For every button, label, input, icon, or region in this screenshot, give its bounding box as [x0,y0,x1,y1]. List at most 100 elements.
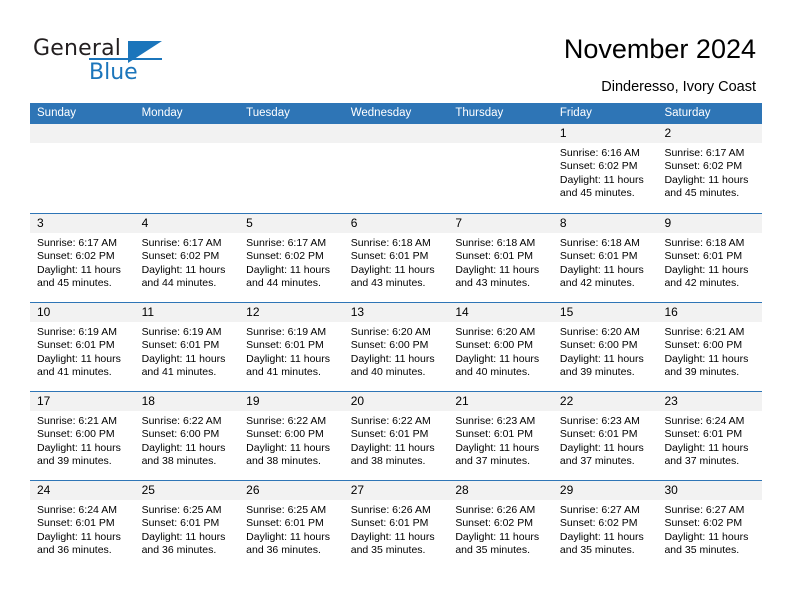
page-subtitle: Dinderesso, Ivory Coast [601,79,756,95]
daylight-text-line2: and 35 minutes. [350,544,426,557]
sunset-text: Sunset: 6:01 PM [350,428,429,441]
calendar-day-cell-11[interactable]: 11 Sunrise: 6:19 AM Sunset: 6:01 PM Dayl… [134,303,240,391]
calendar-day-cell-29[interactable]: 29 Sunrise: 6:27 AM Sunset: 6:02 PM Dayl… [552,481,658,569]
day-details: Sunrise: 6:21 AM Sunset: 6:00 PM Dayligh… [657,322,762,380]
day-number: 27 [350,483,365,497]
sunrise-text: Sunrise: 6:22 AM [246,415,327,427]
sunrise-text: Sunrise: 6:22 AM [141,415,222,427]
day-number-band [343,124,449,143]
day-number: 13 [350,305,365,319]
calendar-day-cell-10[interactable]: 10 Sunrise: 6:19 AM Sunset: 6:01 PM Dayl… [30,303,135,391]
sunrise-text: Sunrise: 6:21 AM [664,326,745,338]
day-number-band: 26 [239,481,344,500]
calendar-day-cell-19[interactable]: 19 Sunrise: 6:22 AM Sunset: 6:00 PM Dayl… [239,392,344,480]
day-number-band: 10 [30,303,135,322]
day-number-band: 27 [343,481,449,500]
daylight-text-line2: and 45 minutes. [559,187,635,200]
calendar-day-cell-1[interactable]: 1 Sunrise: 6:16 AM Sunset: 6:02 PM Dayli… [552,124,658,213]
calendar-day-cell-13[interactable]: 13 Sunrise: 6:20 AM Sunset: 6:00 PM Dayl… [343,303,449,391]
calendar-day-cell-23[interactable]: 23 Sunrise: 6:24 AM Sunset: 6:01 PM Dayl… [657,392,763,480]
day-number: 18 [141,394,155,408]
sunrise-text: Sunrise: 6:22 AM [350,415,431,427]
daylight-text-line1: Daylight: 11 hours [559,530,644,543]
sunset-text: Sunset: 6:01 PM [455,428,533,441]
calendar-day-cell-9[interactable]: 9 Sunrise: 6:18 AM Sunset: 6:01 PM Dayli… [657,214,763,302]
calendar-day-cell-14[interactable]: 14 Sunrise: 6:20 AM Sunset: 6:00 PM Dayl… [448,303,553,391]
day-number-band: 3 [30,214,135,233]
sunrise-text: Sunrise: 6:23 AM [455,415,536,427]
calendar-day-cell-6[interactable]: 6 Sunrise: 6:18 AM Sunset: 6:01 PM Dayli… [343,214,449,302]
calendar-day-cell-27[interactable]: 27 Sunrise: 6:26 AM Sunset: 6:01 PM Dayl… [343,481,449,569]
daylight-text-line1: Daylight: 11 hours [455,530,540,543]
day-number-band: 4 [134,214,240,233]
daylight-text-line2: and 43 minutes. [350,277,426,290]
calendar-day-cell-26[interactable]: 26 Sunrise: 6:25 AM Sunset: 6:01 PM Dayl… [239,481,344,569]
daylight-text-line1: Daylight: 11 hours [246,441,331,454]
day-number: 11 [141,305,155,319]
calendar-day-cell-3[interactable]: 3 Sunrise: 6:17 AM Sunset: 6:02 PM Dayli… [30,214,135,302]
daylight-text-line1: Daylight: 11 hours [37,352,121,365]
calendar-day-cell-22[interactable]: 22 Sunrise: 6:23 AM Sunset: 6:01 PM Dayl… [552,392,658,480]
sunset-text: Sunset: 6:01 PM [559,250,638,263]
calendar-day-cell-18[interactable]: 18 Sunrise: 6:22 AM Sunset: 6:00 PM Dayl… [134,392,240,480]
calendar-day-cell-empty [239,124,344,213]
general-blue-logo: General Blue [33,36,213,88]
calendar-day-cell-21[interactable]: 21 Sunrise: 6:23 AM Sunset: 6:01 PM Dayl… [448,392,553,480]
day-details: Sunrise: 6:27 AM Sunset: 6:02 PM Dayligh… [657,500,762,558]
calendar-weeks: 1 Sunrise: 6:16 AM Sunset: 6:02 PM Dayli… [30,124,763,569]
daylight-text-line1: Daylight: 11 hours [141,441,226,454]
calendar-day-cell-4[interactable]: 4 Sunrise: 6:17 AM Sunset: 6:02 PM Dayli… [134,214,240,302]
day-number: 20 [350,394,365,408]
day-number-band [239,124,344,143]
daylight-text-line2: and 40 minutes. [350,366,426,379]
calendar-day-cell-16[interactable]: 16 Sunrise: 6:21 AM Sunset: 6:00 PM Dayl… [657,303,763,391]
sunrise-text: Sunrise: 6:16 AM [559,147,640,159]
calendar-day-cell-20[interactable]: 20 Sunrise: 6:22 AM Sunset: 6:01 PM Dayl… [343,392,449,480]
calendar-day-cell-25[interactable]: 25 Sunrise: 6:25 AM Sunset: 6:01 PM Dayl… [134,481,240,569]
day-details: Sunrise: 6:19 AM Sunset: 6:01 PM Dayligh… [239,322,344,380]
sunset-text: Sunset: 6:01 PM [664,428,743,441]
daylight-text-line2: and 39 minutes. [664,366,740,379]
day-number-band: 1 [552,124,658,143]
day-number-band: 30 [657,481,763,500]
calendar-day-cell-5[interactable]: 5 Sunrise: 6:17 AM Sunset: 6:02 PM Dayli… [239,214,344,302]
sunset-text: Sunset: 6:00 PM [37,428,115,441]
calendar-day-cell-17[interactable]: 17 Sunrise: 6:21 AM Sunset: 6:00 PM Dayl… [30,392,135,480]
daylight-text-line1: Daylight: 11 hours [246,530,331,543]
day-number-band: 11 [134,303,240,322]
daylight-text-line2: and 43 minutes. [455,277,531,290]
daylight-text-line1: Daylight: 11 hours [664,530,749,543]
sunset-text: Sunset: 6:02 PM [246,250,324,263]
day-number-band: 21 [448,392,553,411]
calendar-day-cell-12[interactable]: 12 Sunrise: 6:19 AM Sunset: 6:01 PM Dayl… [239,303,344,391]
calendar-day-cell-24[interactable]: 24 Sunrise: 6:24 AM Sunset: 6:01 PM Dayl… [30,481,135,569]
daylight-text-line2: and 42 minutes. [664,277,740,290]
daylight-text-line2: and 39 minutes. [37,455,112,468]
day-number: 22 [559,394,574,408]
calendar-day-cell-15[interactable]: 15 Sunrise: 6:20 AM Sunset: 6:00 PM Dayl… [552,303,658,391]
sunrise-text: Sunrise: 6:20 AM [350,326,431,338]
daylight-text-line2: and 36 minutes. [246,544,321,557]
calendar-table: Sunday Monday Tuesday Wednesday Thursday… [30,103,763,569]
calendar-day-cell-30[interactable]: 30 Sunrise: 6:27 AM Sunset: 6:02 PM Dayl… [657,481,763,569]
calendar-day-cell-8[interactable]: 8 Sunrise: 6:18 AM Sunset: 6:01 PM Dayli… [552,214,658,302]
daylight-text-line2: and 38 minutes. [350,455,426,468]
calendar-week-row-4: 17 Sunrise: 6:21 AM Sunset: 6:00 PM Dayl… [30,391,763,480]
calendar-day-cell-2[interactable]: 2 Sunrise: 6:17 AM Sunset: 6:02 PM Dayli… [657,124,763,213]
sunset-text: Sunset: 6:02 PM [664,160,743,173]
day-details: Sunrise: 6:22 AM Sunset: 6:01 PM Dayligh… [344,411,449,469]
sunrise-text: Sunrise: 6:19 AM [37,326,117,338]
daylight-text-line1: Daylight: 11 hours [37,441,121,454]
day-number-band: 16 [657,303,763,322]
daylight-text-line1: Daylight: 11 hours [141,530,226,543]
daylight-text-line1: Daylight: 11 hours [455,441,540,454]
calendar-day-cell-28[interactable]: 28 Sunrise: 6:26 AM Sunset: 6:02 PM Dayl… [448,481,553,569]
day-number: 15 [559,305,574,319]
calendar-day-cell-7[interactable]: 7 Sunrise: 6:18 AM Sunset: 6:01 PM Dayli… [448,214,553,302]
sunset-text: Sunset: 6:00 PM [664,339,743,352]
daylight-text-line1: Daylight: 11 hours [350,530,435,543]
sunrise-text: Sunrise: 6:26 AM [455,504,536,516]
weekday-header-sunday: Sunday [37,107,77,119]
sunset-text: Sunset: 6:01 PM [664,250,743,263]
day-number: 5 [246,216,253,230]
